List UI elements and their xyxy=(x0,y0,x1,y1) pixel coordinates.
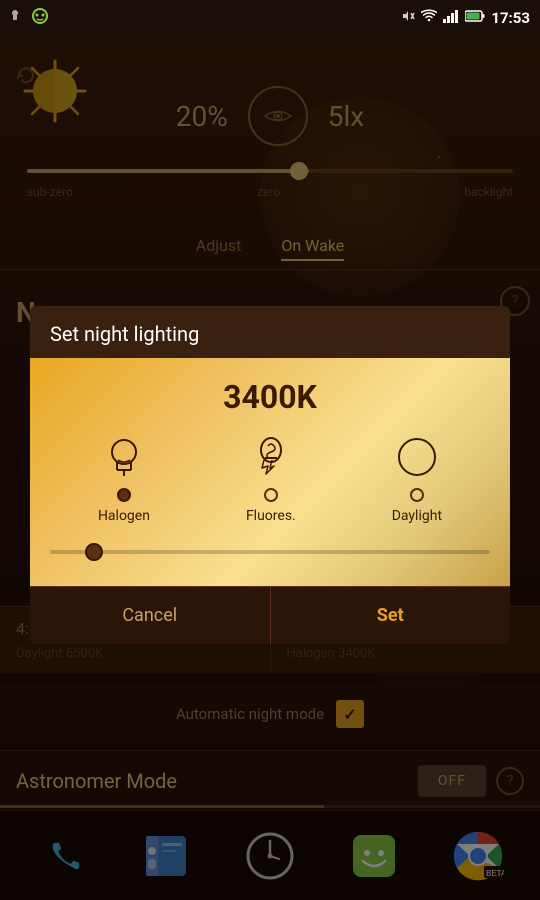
main-background: 20% 5lx sub-zero zero backlight Adj xyxy=(0,36,540,900)
set-night-lighting-dialog: Set night lighting 3400K Halogen xyxy=(30,306,510,644)
time-display: 17:53 xyxy=(491,9,530,27)
dialog-buttons: Cancel Set xyxy=(30,586,510,644)
fluores-option[interactable]: Fluores. xyxy=(246,432,296,524)
fluores-label: Fluores. xyxy=(246,508,296,524)
status-left-icons xyxy=(10,8,48,28)
color-slider-track xyxy=(50,550,490,554)
color-temp-slider[interactable] xyxy=(50,542,490,562)
daylight-icon xyxy=(392,432,442,482)
status-right-icons: 17:53 xyxy=(401,9,530,27)
daylight-radio[interactable] xyxy=(410,488,424,502)
wifi-icon xyxy=(421,9,437,27)
status-bar: 17:53 xyxy=(0,0,540,36)
daylight-option[interactable]: Daylight xyxy=(392,432,442,524)
cancel-button[interactable]: Cancel xyxy=(30,587,271,644)
signal-icon xyxy=(443,9,459,27)
set-button[interactable]: Set xyxy=(271,587,511,644)
fluores-radio[interactable] xyxy=(264,488,278,502)
halogen-label: Halogen xyxy=(98,508,150,524)
mute-icon xyxy=(401,9,415,27)
light-icons-row: Halogen Fluores. xyxy=(50,432,490,524)
battery-icon xyxy=(465,10,485,26)
color-picker: 3400K Halogen xyxy=(30,358,510,586)
halogen-option[interactable]: Halogen xyxy=(98,432,150,524)
halogen-icon xyxy=(99,432,149,482)
color-slider-thumb[interactable] xyxy=(85,543,103,561)
notification-icon xyxy=(10,8,26,28)
halogen-radio[interactable] xyxy=(117,488,131,502)
dialog-title: Set night lighting xyxy=(30,306,510,358)
color-temp-value: 3400K xyxy=(223,378,317,416)
fluores-icon xyxy=(246,432,296,482)
app-icon xyxy=(32,8,48,28)
daylight-label: Daylight xyxy=(392,508,442,524)
